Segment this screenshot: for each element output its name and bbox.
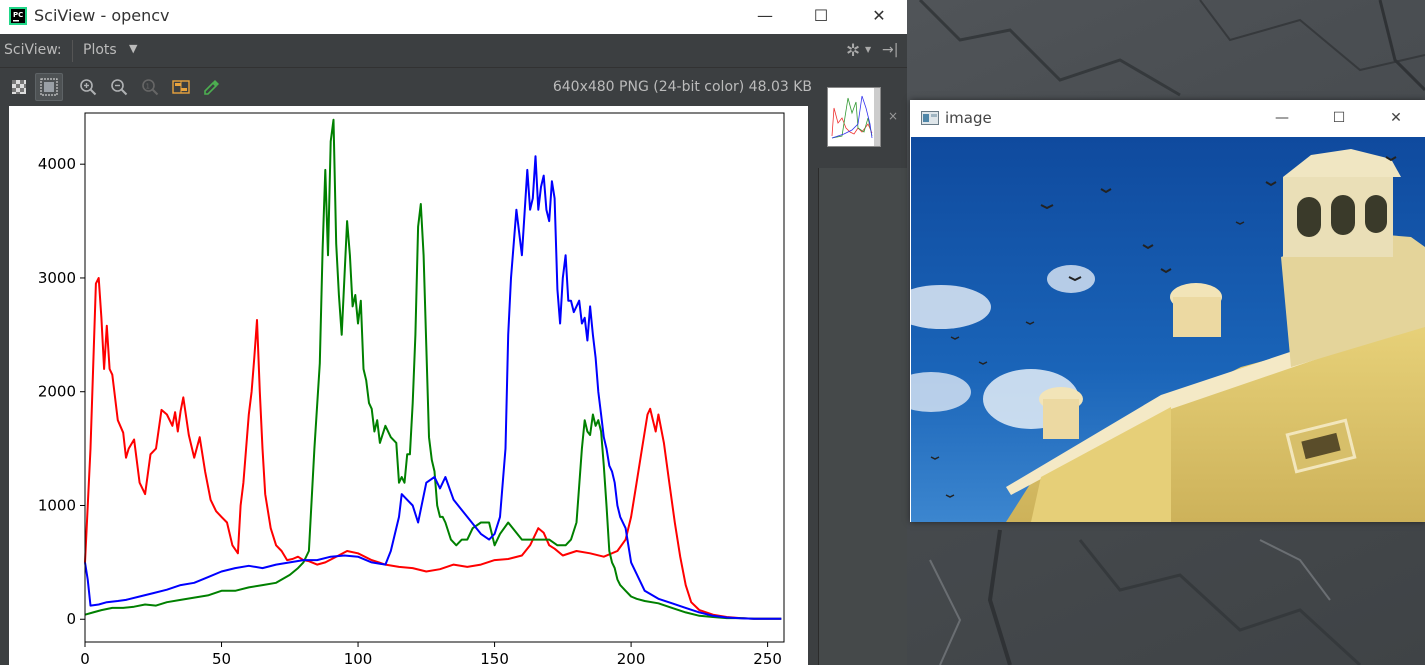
sciview-title-bar[interactable]: PC SciView - opencv — ☐ ✕ <box>0 0 907 34</box>
header-divider <box>72 40 73 62</box>
zoom-out-icon[interactable] <box>105 73 133 101</box>
series-line-2 <box>84 155 782 620</box>
axes-frame <box>84 112 785 643</box>
window-title: SciView - opencv <box>34 6 170 25</box>
svg-text:1: 1 <box>146 83 150 91</box>
histogram-chart: 0 1000 2000 3000 4000 0 50 100 150 200 250 <box>38 112 785 665</box>
transparency-grid-icon[interactable] <box>5 73 33 101</box>
sciview-toolbar: 1 640x480 PNG (24-bit color) 48.03 KB <box>0 68 907 106</box>
image-window-icon <box>921 111 939 125</box>
x-tick-label: 50 <box>212 650 231 665</box>
x-tick-label: 0 <box>80 650 90 665</box>
image-maximize-button[interactable]: ☐ <box>1311 103 1367 133</box>
pycharm-app-icon: PC <box>9 7 27 25</box>
color-picker-icon[interactable] <box>198 73 226 101</box>
sciview-label: SciView: <box>4 42 62 58</box>
image-minimize-button[interactable]: — <box>1254 103 1310 133</box>
image-info-text: 640x480 PNG (24-bit color) 48.03 KB <box>552 79 812 95</box>
x-tick-label: 200 <box>617 650 646 665</box>
zoom-in-icon[interactable] <box>74 73 102 101</box>
sciview-window: PC SciView - opencv — ☐ ✕ SciView: Plots… <box>0 0 907 665</box>
image-close-button[interactable]: ✕ <box>1368 103 1424 133</box>
maximize-button[interactable]: ☐ <box>792 0 850 34</box>
thumbnail-scrollbar-track[interactable] <box>818 168 907 665</box>
gear-icon[interactable]: ✲ <box>846 41 860 61</box>
plot-viewport[interactable]: 0 1000 2000 3000 4000 0 50 100 150 200 250 <box>0 106 817 665</box>
plot-canvas: 0 1000 2000 3000 4000 0 50 100 150 200 250 <box>9 106 808 665</box>
plots-tab-dropdown[interactable]: Plots <box>83 42 117 58</box>
plot-thumbnail[interactable] <box>827 87 881 147</box>
series-line-1 <box>84 118 782 620</box>
svg-text:PC: PC <box>13 11 23 19</box>
chevron-down-icon[interactable]: ▼ <box>129 42 137 55</box>
sciview-header: SciView: Plots ▼ ✲ ▼ →| <box>0 34 907 68</box>
thumbnail-preview-icon <box>828 88 880 146</box>
actual-size-icon[interactable]: 1 <box>136 73 164 101</box>
y-tick-label: 2000 <box>38 383 76 401</box>
x-tick-label: 100 <box>344 650 373 665</box>
minimize-button[interactable]: — <box>736 0 794 34</box>
palace-photo <box>911 137 1425 522</box>
x-tick-label: 250 <box>753 650 782 665</box>
hide-panel-icon[interactable]: →| <box>882 42 898 58</box>
image-title-bar[interactable]: image — ☐ ✕ <box>910 100 1425 137</box>
y-tick-label: 4000 <box>38 155 76 173</box>
gear-dropdown-chevron-icon[interactable]: ▼ <box>865 45 871 54</box>
thumbnail-close-icon[interactable]: × <box>888 109 898 123</box>
x-tick-label: 150 <box>480 650 509 665</box>
series-line-0 <box>84 277 782 620</box>
image-window: image — ☐ ✕ <box>910 100 1425 522</box>
fit-frame-icon[interactable] <box>35 73 63 101</box>
close-button[interactable]: ✕ <box>850 0 907 34</box>
y-tick-label: 3000 <box>38 269 76 287</box>
y-tick-label: 0 <box>66 610 76 628</box>
grayscale-icon[interactable] <box>167 73 195 101</box>
image-window-title: image <box>945 109 992 127</box>
y-tick-label: 1000 <box>38 496 76 514</box>
